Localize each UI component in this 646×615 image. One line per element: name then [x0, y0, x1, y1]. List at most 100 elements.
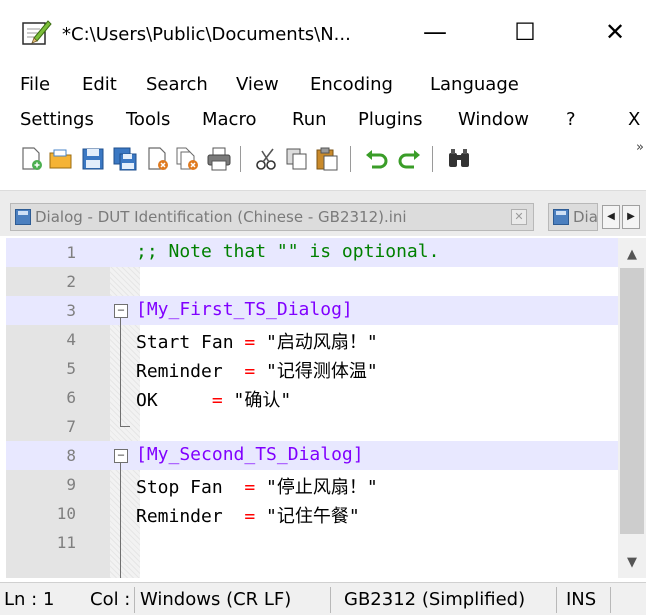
fold-line	[120, 318, 121, 426]
code-text: ;; Note that "" is optional.	[136, 241, 440, 262]
tab-scroll-right-button[interactable]: ▶	[622, 205, 640, 229]
minimize-button[interactable]: —	[410, 12, 460, 52]
status-bar: Ln : 1 Col : Windows (CR LF) GB2312 (Sim…	[0, 582, 646, 615]
fold-toggle-icon[interactable]: −	[114, 304, 128, 318]
editor-line: 9 Stop Fan = "停止风扇！"	[6, 470, 618, 499]
line-number: 6	[66, 388, 76, 407]
open-file-icon[interactable]	[48, 146, 74, 172]
ini-value: "停止风扇！"	[255, 477, 378, 498]
close-window-button[interactable]: ✕	[590, 12, 640, 52]
menu-macro[interactable]: Macro	[202, 109, 256, 130]
menu-encoding[interactable]: Encoding	[310, 74, 393, 95]
status-insert-mode[interactable]: INS	[566, 589, 596, 610]
menu-settings[interactable]: Settings	[20, 109, 94, 130]
window-title: *C:\Users\Public\Documents\N...	[62, 24, 351, 45]
line-number: 10	[56, 504, 76, 523]
status-separator	[134, 587, 135, 613]
copy-icon[interactable]	[284, 146, 310, 172]
menu-bar-row-1: File Edit Search View Encoding Language	[0, 70, 646, 100]
maximize-button[interactable]: ☐	[500, 12, 550, 52]
ini-key: Stop Fan	[136, 477, 245, 498]
ini-key: Reminder	[136, 361, 245, 382]
line-number: 4	[66, 330, 76, 349]
toolbar-overflow-chevron-icon[interactable]: »	[636, 140, 644, 155]
scrollbar-thumb[interactable]	[620, 268, 644, 534]
menu-window[interactable]: Window	[458, 109, 529, 130]
toolbar-separator	[240, 146, 241, 172]
menu-tools[interactable]: Tools	[126, 109, 170, 130]
tab-label: Dia	[573, 208, 598, 226]
line-number: 8	[66, 446, 76, 465]
line-number: 3	[66, 301, 76, 320]
fold-toggle-icon[interactable]: −	[114, 449, 128, 463]
status-encoding[interactable]: GB2312 (Simplified)	[344, 589, 525, 610]
undo-icon[interactable]	[364, 146, 390, 172]
paste-icon[interactable]	[314, 146, 340, 172]
editor-line: 11	[6, 528, 618, 557]
save-all-icon[interactable]	[112, 146, 138, 172]
line-number: 2	[66, 272, 76, 291]
save-icon[interactable]	[80, 146, 106, 172]
fold-line	[120, 463, 121, 578]
status-separator	[330, 587, 331, 613]
close-all-icon[interactable]	[174, 146, 200, 172]
editor-area[interactable]: 1 ;; Note that "" is optional. 2 3 [My_F…	[6, 238, 646, 578]
tab-bar: Dialog - DUT Identification (Chinese - G…	[0, 190, 646, 236]
scroll-down-arrow-icon[interactable]: ▼	[618, 552, 646, 574]
menu-help[interactable]: ?	[566, 109, 576, 130]
title-bar: *C:\Users\Public\Documents\N... — ☐ ✕	[0, 0, 646, 62]
line-number: 5	[66, 359, 76, 378]
tab-dialog-dut-identification[interactable]: Dialog - DUT Identification (Chinese - G…	[10, 203, 534, 231]
menu-language[interactable]: Language	[430, 74, 519, 95]
toolbar: »	[0, 140, 646, 176]
editor-line: 7	[6, 412, 618, 441]
line-number: 1	[66, 243, 76, 262]
editor-line: 5 Reminder = "记得测体温"	[6, 354, 618, 383]
redo-icon[interactable]	[396, 146, 422, 172]
menu-edit[interactable]: Edit	[82, 74, 117, 95]
toolbar-separator	[350, 146, 351, 172]
status-column: Col :	[90, 589, 131, 610]
close-document-button[interactable]: X	[628, 109, 640, 130]
editor-line: 4 Start Fan = "启动风扇！"	[6, 325, 618, 354]
line-number: 7	[66, 417, 76, 436]
editor-line: 3 [My_First_TS_Dialog]	[6, 296, 618, 325]
menu-plugins[interactable]: Plugins	[358, 109, 422, 130]
editor-line: 1 ;; Note that "" is optional.	[6, 238, 618, 267]
ini-key: Start Fan	[136, 332, 245, 353]
code-text: Start Fan = "启动风扇！"	[136, 328, 378, 354]
status-separator	[556, 587, 557, 613]
editor-line: 10 Reminder = "记住午餐"	[6, 499, 618, 528]
menu-file[interactable]: File	[20, 74, 50, 95]
new-file-icon[interactable]	[18, 146, 44, 172]
vertical-scrollbar[interactable]: ▲ ▼	[618, 238, 646, 578]
close-icon[interactable]	[144, 146, 170, 172]
notepad-app-icon	[22, 20, 52, 45]
menu-search[interactable]: Search	[146, 74, 208, 95]
menu-view[interactable]: View	[236, 74, 279, 95]
tab-label: Dialog - DUT Identification (Chinese - G…	[35, 208, 407, 226]
tab-scroll-left-button[interactable]: ◀	[602, 205, 620, 229]
editor-line: 2	[6, 267, 618, 296]
save-state-icon	[553, 209, 569, 225]
status-line: Ln : 1	[4, 589, 55, 610]
ini-value: "确认"	[222, 390, 292, 411]
status-eol-format[interactable]: Windows (CR LF)	[140, 589, 291, 610]
ini-value: "记得测体温"	[255, 361, 378, 382]
scroll-up-arrow-icon[interactable]: ▲	[618, 244, 646, 266]
editor-line: 8 [My_Second_TS_Dialog]	[6, 441, 618, 470]
save-state-icon	[15, 209, 31, 225]
tab-close-icon[interactable]: ✕	[511, 209, 527, 225]
find-icon[interactable]	[446, 146, 472, 172]
ini-value: "启动风扇！"	[255, 332, 378, 353]
print-icon[interactable]	[206, 146, 232, 172]
ini-operator: =	[211, 390, 223, 411]
cut-icon[interactable]	[254, 146, 280, 172]
code-text: Reminder = "记住午餐"	[136, 502, 360, 528]
ini-operator: =	[244, 506, 256, 527]
tab-dialog-second[interactable]: Dia	[548, 203, 598, 231]
menu-run[interactable]: Run	[292, 109, 327, 130]
line-number: 9	[66, 475, 76, 494]
fold-end-marker	[120, 426, 130, 427]
line-number: 11	[56, 533, 76, 552]
